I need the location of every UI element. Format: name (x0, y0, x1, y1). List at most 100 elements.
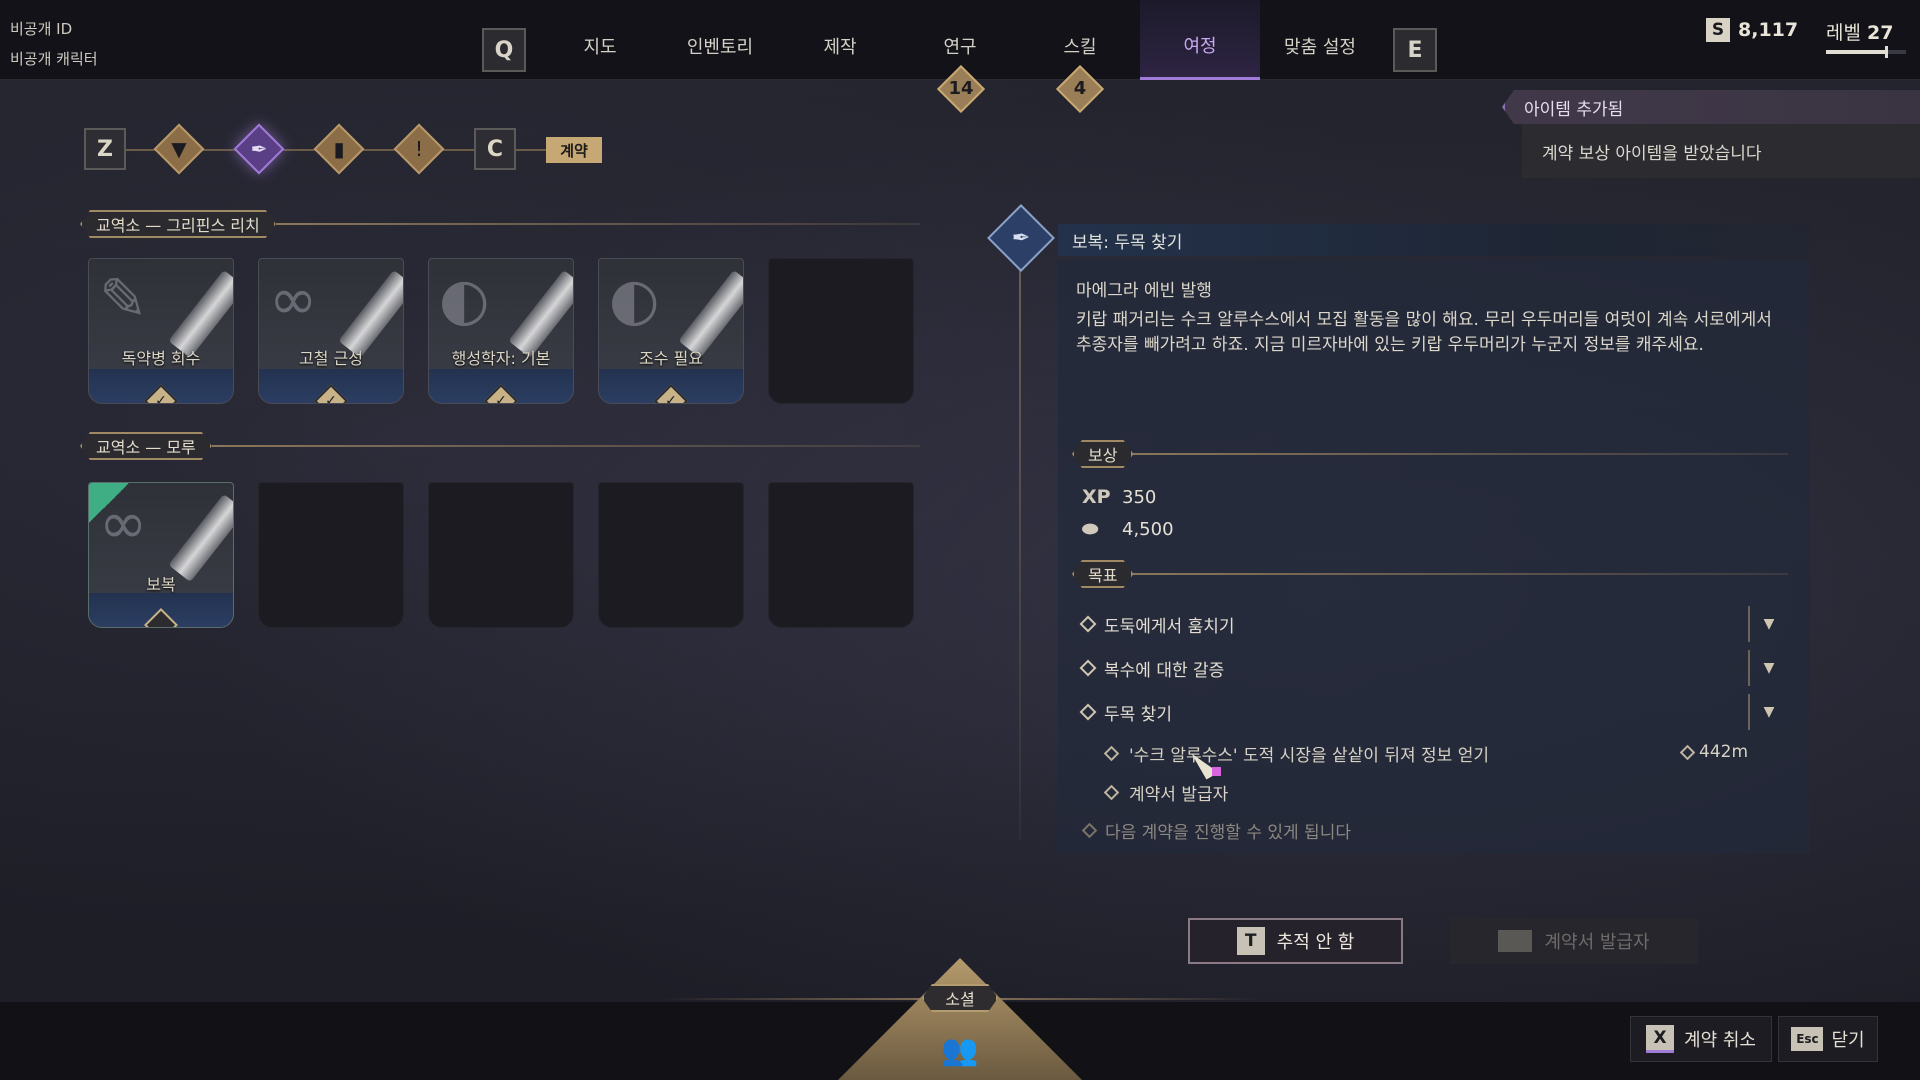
toggle-tracking-button[interactable]: T 추적 안 함 (1188, 918, 1403, 964)
pen-nib-icon: ✒ (1011, 225, 1031, 251)
spacebar-key-icon (1498, 930, 1533, 952)
section-header-griffins-reach: 교역소 — 그리핀스 리치 (80, 210, 920, 238)
tab-journey[interactable]: 여정 (1140, 0, 1260, 80)
currency-icon: S (1706, 18, 1730, 42)
notification-title: 아이템 추가됨 (1502, 90, 1920, 124)
toggle-tracking-label: 추적 안 함 (1276, 932, 1355, 953)
waypoint-distance: 442m (1679, 742, 1749, 762)
card-label: 고철 근성 (299, 349, 363, 368)
detail-description: 키랍 패거리는 수크 알루수스에서 모집 활동을 많이 해요. 무리 우두머리들… (1076, 310, 1772, 355)
rewards-header: 보상 (1072, 440, 1788, 468)
empty-card-slot (428, 482, 574, 628)
alert-scroll-icon[interactable]: ! (393, 123, 445, 175)
key-esc-icon: Esc (1791, 1027, 1824, 1051)
objective-diamond-icon (1079, 703, 1097, 721)
section-line (211, 445, 920, 447)
rewards-label: 보상 (1072, 440, 1133, 468)
contract-card[interactable]: ✎ 독약병 회수 ✓ (88, 258, 234, 404)
level-progress-marker (1885, 46, 1888, 58)
unlock-diamond-icon (1081, 822, 1098, 839)
section-header-anvil: 교역소 — 모루 (80, 432, 920, 460)
card-label: 조수 필요 (639, 349, 703, 368)
empty-card-slot (598, 482, 744, 628)
reward-credits: ⬬ 4,500 (1082, 518, 1174, 540)
pen-icon (168, 493, 233, 583)
contract-card[interactable]: ◐ 행성학자: 기본 ✓ (428, 258, 574, 404)
contract-card-selected[interactable]: ∞ 보복 (88, 482, 234, 628)
chevron-down-icon[interactable]: ▼ (1748, 694, 1788, 730)
contract-card[interactable]: ∞ 고철 근성 ✓ (258, 258, 404, 404)
waypoint-icon (1679, 744, 1696, 760)
sub-objective-label: '수크 알루수스' 도적 시장을 샅샅이 뒤져 정보 얻기 (1129, 745, 1489, 766)
level-value: 27 (1867, 22, 1894, 44)
unlock-note: 다음 계약을 진행할 수 있게 됩니다 (1078, 818, 1351, 843)
research-badge: 14 (948, 78, 974, 99)
empty-card-slot (768, 258, 914, 404)
chain-icon: ∞ (269, 265, 318, 333)
xp-icon: XP (1082, 486, 1111, 508)
objectives-label: 목표 (1072, 560, 1133, 588)
bookmark-icon[interactable]: ▼ (153, 123, 205, 175)
section-title: 교역소 — 그리핀스 리치 (80, 210, 276, 238)
sub-objective-label: 계약서 발급자 (1129, 784, 1229, 805)
key-x-icon: X (1646, 1025, 1675, 1053)
cancel-contract-button[interactable]: X 계약 취소 (1630, 1016, 1772, 1062)
reward-credits-value: 4,500 (1122, 518, 1174, 540)
contract-card[interactable]: ◐ 조수 필요 ✓ (598, 258, 744, 404)
objective-label: 도둑에게서 훔치기 (1104, 616, 1235, 637)
distance-value: 442m (1699, 742, 1749, 762)
empty-card-slot (768, 482, 914, 628)
level-progress-bar (1826, 46, 1906, 58)
objective-done-diamond-icon (1079, 615, 1097, 633)
card-label: 행성학자: 기본 (451, 349, 551, 368)
people-icon: 👥 (941, 1032, 979, 1068)
section-title: 교역소 — 모루 (80, 432, 212, 460)
level-progress-fill (1826, 50, 1889, 54)
section-line (275, 223, 920, 225)
objective-item[interactable]: 복수에 대한 갈증 ▼ (1078, 650, 1806, 686)
sub-objective-diamond-icon (1103, 745, 1120, 761)
unlock-text: 다음 계약을 진행할 수 있게 됩니다 (1105, 823, 1351, 843)
scroll-icon: ✎ (99, 265, 148, 333)
nav-next-key-e[interactable]: E (1393, 28, 1437, 72)
sub-objective: 계약서 발급자 (1103, 777, 1229, 807)
planet-icon: ◐ (609, 265, 660, 333)
tab-crafting[interactable]: 제작 (790, 0, 890, 80)
objective-item-current[interactable]: 두목 찾기 ▼ (1078, 694, 1806, 730)
card-icon[interactable]: ▮ (313, 123, 365, 175)
section-line (1133, 573, 1788, 575)
detail-connector-line (1019, 240, 1021, 840)
nav-prev-key-q[interactable]: Q (482, 28, 526, 72)
section-line (1133, 453, 1788, 455)
sub-objective-diamond-icon (1103, 784, 1120, 800)
detail-title: 보복: 두목 찾기 (1058, 224, 1810, 256)
tab-inventory[interactable]: 인벤토리 (660, 0, 780, 80)
key-t-icon: T (1236, 927, 1265, 955)
category-next-key-c[interactable]: C (474, 128, 516, 170)
objective-label: 두목 찾기 (1104, 704, 1172, 725)
tab-customize[interactable]: 맞춤 설정 (1270, 0, 1370, 80)
objectives-header: 목표 (1072, 560, 1788, 588)
planet-icon: ◐ (439, 265, 490, 333)
social-label[interactable]: 소셜 (922, 984, 998, 1012)
chevron-down-icon[interactable]: ▼ (1748, 650, 1788, 686)
tab-map[interactable]: 지도 (550, 0, 650, 80)
objective-item[interactable]: 도둑에게서 훔치기 ▼ (1078, 606, 1806, 642)
detail-issuer: 마에그라 에빈 발행 (1076, 281, 1212, 301)
notification-message: 계약 보상 아이템을 받았습니다 (1522, 124, 1920, 178)
empty-card-slot (258, 482, 404, 628)
objective-label: 복수에 대한 갈증 (1104, 660, 1225, 681)
category-prev-key-z[interactable]: Z (84, 128, 126, 170)
card-label: 독약병 회수 (121, 349, 201, 368)
close-button[interactable]: Esc 닫기 (1778, 1016, 1878, 1062)
cursor-marker (1212, 767, 1221, 776)
contract-issuer-label: 계약서 발급자 (1544, 932, 1650, 953)
level-display: 레벨 27 (1826, 18, 1893, 45)
cancel-contract-label: 계약 취소 (1684, 1030, 1756, 1051)
contract-issuer-button[interactable]: 계약서 발급자 (1450, 918, 1698, 964)
credits-icon: ⬬ (1082, 518, 1099, 540)
reward-xp: XP 350 (1082, 486, 1156, 508)
currency-amount: 8,117 (1738, 19, 1799, 41)
chevron-down-icon[interactable]: ▼ (1748, 606, 1788, 642)
pen-nib-icon[interactable]: ✒ (233, 123, 285, 175)
